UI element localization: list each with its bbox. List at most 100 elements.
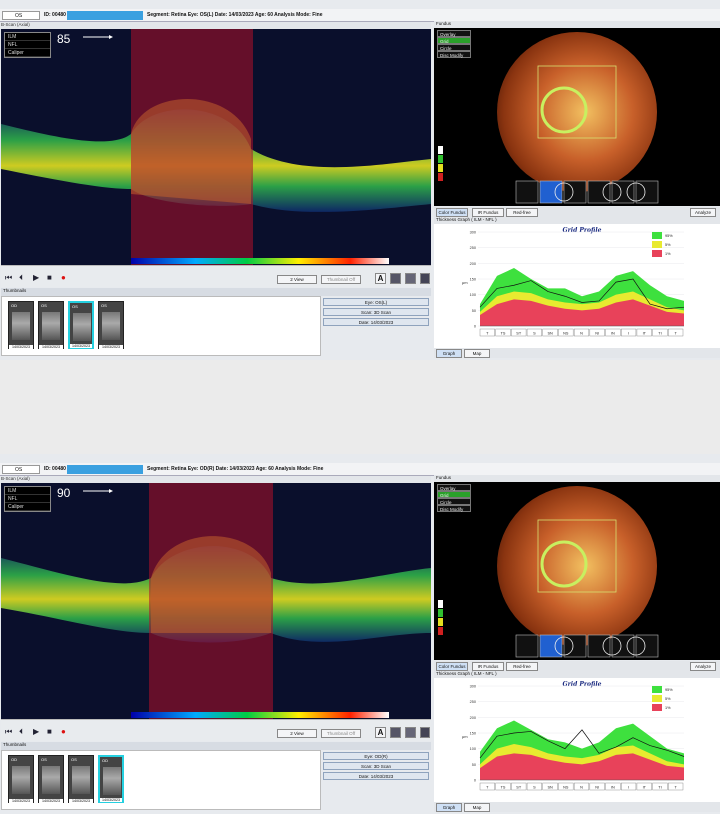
eye-button[interactable]: Eye: OD(R) [323, 752, 429, 760]
fundus-mode-disc-modify[interactable]: Disc Modify [437, 51, 471, 58]
graph-tab-map[interactable]: Map [464, 803, 490, 812]
scan-date-button[interactable]: Date: 14/03/2023 [323, 318, 429, 326]
scan-type-button[interactable]: Scan: 3D Scan [323, 762, 429, 770]
layer-item[interactable]: Caliper [5, 503, 50, 511]
x-tick-label: NI [595, 785, 599, 789]
thumbnail[interactable]: OD 14/03/2023 [98, 755, 124, 803]
layer-item[interactable]: ILM [5, 487, 50, 495]
fundus-viewer[interactable]: Overlay Grid Circle Disc Modify [434, 482, 720, 660]
bscan-viewer[interactable]: ILM NFL Caliper 85 [1, 29, 431, 265]
thumbnail[interactable]: OD 14/03/2023 [8, 755, 34, 803]
fundus-source-color-fundus[interactable]: Color Fundus [436, 662, 468, 671]
graph-tab-map[interactable]: Map [464, 349, 490, 358]
layer-item[interactable]: NFL [5, 495, 50, 503]
y-tick-label: 250 [470, 700, 476, 704]
fundus-view-icon[interactable] [635, 180, 659, 204]
thumbnail[interactable]: OS 14/03/2023 [38, 755, 64, 803]
fundus-mode-grid[interactable]: Grid [437, 491, 471, 498]
fundus-view-icon[interactable] [515, 180, 539, 204]
thumbnail-date: 14/03/2023 [39, 799, 63, 803]
patient-id: ID: 00480 [44, 466, 66, 472]
fundus-view-icon[interactable] [515, 634, 539, 658]
fundus-source-bar: Color Fundus IR Fundus Red-free Analyze [434, 207, 720, 217]
fundus-mode-overlay[interactable]: Overlay [437, 484, 471, 491]
x-tick-label: IN [611, 785, 615, 789]
scan-type-button[interactable]: Scan: 3D Scan [323, 308, 429, 316]
y-tick-label: 150 [470, 278, 476, 282]
grid-view-icon[interactable] [390, 273, 401, 284]
stop-icon[interactable]: ■ [47, 273, 52, 282]
first-frame-icon[interactable]: ⏮ [5, 727, 12, 737]
prev-frame-icon[interactable]: ⏴ [19, 727, 23, 737]
fundus-source-analyze[interactable]: Analyze [690, 662, 716, 671]
thumbnail-date: 14/03/2023 [70, 344, 92, 348]
grid-profile-chart: Grid Profile050100150200250300μmT TS ST S SN… [462, 681, 685, 791]
thumbnails-title: Thumbnails [1, 288, 431, 296]
thumbnail[interactable]: OS 14/03/2023 [38, 301, 64, 349]
thumbnail[interactable]: OS 14/03/2023 [68, 301, 94, 349]
graph-tab-graph[interactable]: Graph [436, 803, 462, 812]
analysis-panel-2: OS ID: 00480 Segment: Retina Eye: OD(R) … [0, 454, 720, 814]
y-tick-label: 100 [470, 293, 476, 297]
play-icon[interactable]: ▶ [33, 273, 39, 282]
fundus-mode-grid[interactable]: Grid [437, 37, 471, 44]
thickness-graph: Grid Profile 0 50 100 150 200 250 300 μm T TS ST S SN… [434, 678, 720, 802]
fundus-source-ir-fundus[interactable]: IR Fundus [472, 208, 504, 217]
fundus-mode-overlay[interactable]: Overlay [437, 30, 471, 37]
layer-item[interactable]: Caliper [5, 49, 50, 57]
layer-item[interactable]: ILM [5, 33, 50, 41]
layout-icon[interactable] [405, 727, 416, 738]
fundus-mode-circle[interactable]: Circle [437, 498, 471, 505]
thumbnail-eye-label: OS [71, 757, 77, 762]
layout-icon[interactable] [405, 273, 416, 284]
legend-swatch [652, 704, 662, 711]
legend-swatch [652, 232, 662, 239]
fundus-source-red-free[interactable]: Red-free [506, 208, 538, 217]
settings-icon[interactable] [420, 727, 430, 738]
y-tick-label: 300 [470, 685, 476, 689]
fundus-view-icon[interactable] [563, 180, 587, 204]
eye-button[interactable]: Eye: OS(L) [323, 298, 429, 306]
font-icon[interactable]: A [375, 727, 386, 738]
layer-item[interactable]: NFL [5, 41, 50, 49]
y-tick-label: 300 [470, 231, 476, 235]
first-frame-icon[interactable]: ⏮ [5, 273, 12, 283]
record-icon[interactable]: ● [61, 273, 66, 282]
fundus-source-color-fundus[interactable]: Color Fundus [436, 208, 468, 217]
fundus-source-analyze[interactable]: Analyze [690, 208, 716, 217]
two-view-button[interactable]: 2 View [277, 729, 317, 738]
patient-name-field [67, 465, 143, 474]
patient-name-field [67, 11, 143, 20]
fundus-title: Fundus [434, 475, 720, 482]
fundus-mode-circle[interactable]: Circle [437, 44, 471, 51]
grid-view-icon[interactable] [390, 727, 401, 738]
play-icon[interactable]: ▶ [33, 727, 39, 736]
thumbnail[interactable]: OD 14/03/2023 [8, 301, 34, 349]
fundus-viewer[interactable]: Overlay Grid Circle Disc Modify [434, 28, 720, 206]
fundus-source-ir-fundus[interactable]: IR Fundus [472, 662, 504, 671]
scan-date-button[interactable]: Date: 14/03/2023 [323, 772, 429, 780]
fundus-view-icon[interactable] [563, 634, 587, 658]
font-icon[interactable]: A [375, 273, 386, 284]
fundus-mode-disc-modify[interactable]: Disc Modify [437, 505, 471, 512]
record-icon[interactable]: ● [61, 727, 66, 736]
eye-selector[interactable]: OS [2, 11, 40, 20]
prev-frame-icon[interactable]: ⏴ [19, 273, 23, 283]
legend-label: 95% [665, 688, 673, 692]
two-view-button[interactable]: 2 View [277, 275, 317, 284]
settings-icon[interactable] [420, 273, 430, 284]
bscan-viewer[interactable]: ILM NFL Caliper 90 [1, 483, 431, 719]
x-tick-label: N [580, 331, 583, 335]
thumbnail-off-button[interactable]: Thumbnail Off [321, 275, 361, 284]
stop-icon[interactable]: ■ [47, 727, 52, 736]
thumbnail[interactable]: OS 14/03/2023 [68, 755, 94, 803]
thumbnail[interactable]: OS 14/03/2023 [98, 301, 124, 349]
legend-label: 1% [665, 706, 671, 710]
fundus-source-red-free[interactable]: Red-free [506, 662, 538, 671]
graph-tab-graph[interactable]: Graph [436, 349, 462, 358]
fundus-view-icon[interactable] [635, 634, 659, 658]
thumbnail-strip: OD 14/03/2023 OS 14/03/2023 OS 14/03/2023 OD 14… [1, 750, 321, 810]
eye-selector[interactable]: OS [2, 465, 40, 474]
thumbnail-off-button[interactable]: Thumbnail Off [321, 729, 361, 738]
scan-angle: 90 [57, 486, 71, 500]
